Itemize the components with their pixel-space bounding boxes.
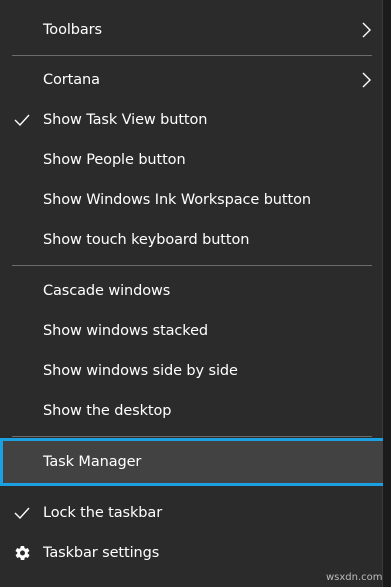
menu-item-show-touch-keyboard-button[interactable]: Show touch keyboard button (0, 220, 383, 260)
checkmark-icon (14, 507, 30, 520)
menu-item-label: Taskbar settings (43, 545, 160, 561)
menu-item-show-the-desktop[interactable]: Show the desktop (0, 391, 383, 431)
menu-item-label: Show windows side by side (43, 363, 238, 379)
menu-separator (12, 55, 372, 56)
menu-item-label: Show Task View button (43, 112, 208, 128)
menu-item-label: Show People button (43, 152, 186, 168)
menu-item-show-task-view-button[interactable]: Show Task View button (0, 100, 383, 140)
window-edge (383, 0, 391, 587)
menu-item-lock-the-taskbar[interactable]: Lock the taskbar (0, 493, 383, 533)
watermark-text: wsxdn.com (326, 572, 383, 583)
menu-item-label: Show Windows Ink Workspace button (43, 192, 311, 208)
menu-item-cortana[interactable]: Cortana (0, 60, 383, 100)
menu-item-label: Toolbars (43, 22, 102, 38)
chevron-right-icon (362, 22, 371, 38)
menu-item-taskbar-settings[interactable]: Taskbar settings (0, 533, 383, 573)
menu-item-task-manager[interactable]: Task Manager (0, 438, 386, 486)
menu-item-show-people-button[interactable]: Show People button (0, 140, 383, 180)
menu-item-show-ink-workspace-button[interactable]: Show Windows Ink Workspace button (0, 180, 383, 220)
menu-item-label: Show touch keyboard button (43, 232, 250, 248)
menu-item-cascade-windows[interactable]: Cascade windows (0, 271, 383, 311)
menu-item-label: Cascade windows (43, 283, 171, 299)
menu-item-show-windows-stacked[interactable]: Show windows stacked (0, 311, 383, 351)
menu-separator (12, 436, 372, 437)
menu-item-label: Lock the taskbar (43, 505, 163, 521)
gear-icon (15, 545, 30, 561)
checkmark-icon (14, 114, 30, 127)
chevron-right-icon (362, 72, 371, 88)
menu-separator (12, 265, 372, 266)
menu-item-show-windows-side-by-side[interactable]: Show windows side by side (0, 351, 383, 391)
menu-item-label: Cortana (43, 72, 100, 88)
menu-item-label: Show the desktop (43, 403, 172, 419)
menu-item-toolbars[interactable]: Toolbars (0, 10, 383, 50)
taskbar-context-menu: Toolbars Cortana Show Task View button S… (0, 0, 386, 587)
menu-item-label: Task Manager (43, 454, 142, 470)
menu-item-label: Show windows stacked (43, 323, 209, 339)
